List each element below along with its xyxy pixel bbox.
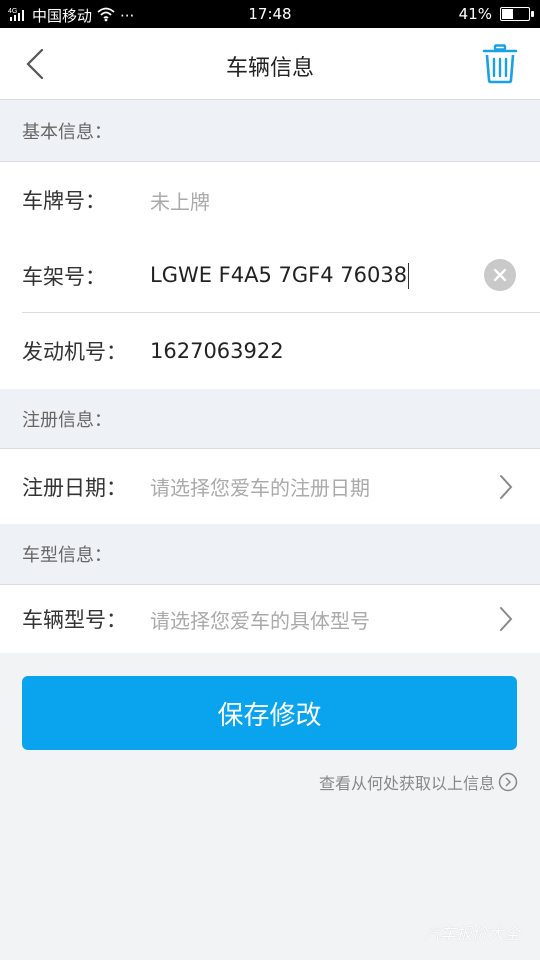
clear-icon (493, 268, 507, 282)
registration-date-placeholder: 请选择您爱车的注册日期 (150, 476, 370, 500)
page-title: 车辆信息 (225, 56, 314, 81)
save-changes-button[interactable]: 保存修改 (22, 676, 517, 750)
trash-icon (482, 44, 518, 84)
chevron-right-icon (500, 607, 513, 631)
vehicle-model-label: 车辆型号： (22, 608, 127, 632)
status-bar: 4G 中国移动 ··· 17:48 41% (0, 0, 540, 28)
registration-date-row[interactable]: 注册日期： 请选择您爱车的注册日期 (0, 449, 540, 524)
nav-bar: 车辆信息 (0, 28, 540, 100)
text-cursor (408, 262, 410, 289)
clear-vin-button[interactable] (484, 259, 516, 291)
vin-row[interactable]: 车架号： LGWE F4A5 7GF4 76038 (0, 238, 540, 313)
section-basic-info: 基本信息： (0, 101, 540, 162)
info-source-label: 查看从何处获取以上信息 (318, 774, 495, 793)
vehicle-model-placeholder: 请选择您爱车的具体型号 (150, 608, 370, 633)
engine-number-row[interactable]: 发动机号： 1627063922 (0, 313, 540, 389)
battery-fill (502, 9, 514, 19)
watermark: 汽车报价大全 (423, 924, 520, 943)
battery-percent: 41% (458, 5, 492, 23)
engine-number-label: 发动机号： (22, 340, 127, 364)
registration-date-label: 注册日期： (22, 475, 127, 500)
plate-number-value: 未上牌 (150, 189, 210, 214)
engine-number-value[interactable]: 1627063922 (150, 339, 284, 363)
vin-value: LGWE F4A5 7GF4 76038 (150, 262, 408, 287)
section-registration-info: 注册信息： (0, 389, 540, 449)
battery-icon (500, 7, 534, 21)
delete-button[interactable] (482, 44, 518, 84)
vin-input[interactable]: LGWE F4A5 7GF4 76038 (150, 262, 410, 289)
vin-label: 车架号： (22, 264, 106, 289)
section-model-info: 车型信息： (0, 524, 540, 585)
vehicle-model-row[interactable]: 车辆型号： 请选择您爱车的具体型号 (0, 585, 540, 653)
chevron-right-icon (500, 474, 513, 499)
status-right: 41% (458, 5, 534, 23)
plate-number-label: 车牌号： (22, 189, 106, 213)
plate-number-row[interactable]: 车牌号： 未上牌 (0, 162, 540, 238)
info-source-link[interactable]: 查看从何处获取以上信息 (319, 770, 518, 794)
circle-arrow-right-icon (498, 772, 518, 792)
